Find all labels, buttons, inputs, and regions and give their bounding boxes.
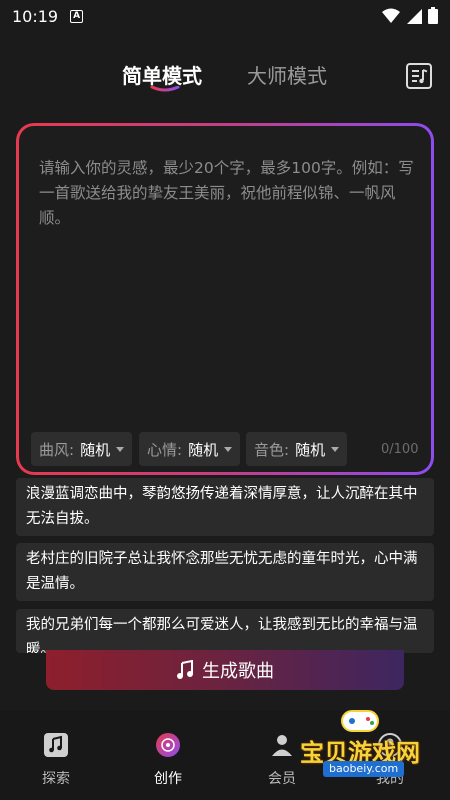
member-icon: [272, 735, 292, 756]
generate-song-button[interactable]: 生成歌曲: [46, 650, 404, 690]
status-bar: 10:19 A: [0, 0, 450, 32]
mood-select[interactable]: 心情: 随机: [139, 432, 241, 466]
suggestion-item[interactable]: 浪漫蓝调恋曲中，琴韵悠扬传递着深情厚意，让人沉醉在其中无法自拔。: [16, 478, 434, 536]
status-indicators: [382, 7, 438, 24]
nav-explore-label: 探索: [42, 771, 70, 787]
wifi-icon: [382, 8, 400, 23]
inspiration-input[interactable]: 请输入你的灵感，最少20个字，最多100字。例如：写一首歌送给我的挚友王美丽，祝…: [19, 126, 431, 472]
input-placeholder: 请输入你的灵感，最少20个字，最多100字。例如：写一首歌送给我的挚友王美丽，祝…: [39, 159, 414, 227]
char-counter: 0/100: [381, 442, 419, 457]
music-tile-icon: [44, 733, 68, 757]
mode-header: 简单模式 大师模式: [0, 54, 450, 104]
caret-down-icon: [331, 446, 340, 452]
voice-select-value: 随机: [295, 440, 326, 459]
style-select-label: 曲风:: [39, 440, 75, 459]
style-select[interactable]: 曲风: 随机: [31, 432, 133, 466]
voice-select[interactable]: 音色: 随机: [246, 432, 348, 466]
battery-icon: [428, 7, 438, 24]
music-note-icon: [177, 660, 193, 679]
tab-master-mode[interactable]: 大师模式: [247, 60, 327, 89]
watermark: 宝贝游戏网 baobeiy.com: [295, 705, 425, 785]
mood-select-label: 心情:: [147, 440, 183, 459]
nav-create-label: 创作: [154, 771, 182, 787]
music-list-icon[interactable]: [405, 62, 433, 90]
voice-select-label: 音色:: [254, 440, 290, 459]
watermark-url: baobeiy.com: [323, 761, 405, 777]
active-tab-indicator: [150, 86, 180, 92]
status-time: 10:19: [12, 6, 59, 26]
nav-explore[interactable]: 探索: [26, 732, 86, 788]
style-select-value: 随机: [80, 440, 111, 459]
notification-badge-icon: A: [70, 9, 84, 23]
mood-select-value: 随机: [188, 440, 219, 459]
generate-song-label: 生成歌曲: [202, 661, 274, 682]
tab-simple-mode[interactable]: 简单模式: [122, 60, 202, 89]
suggestion-item[interactable]: 我的兄弟们每一个都那么可爱迷人，让我感到无比的幸福与温暖。: [16, 609, 434, 653]
suggestion-item[interactable]: 老村庄的旧院子总让我怀念那些无忧无虑的童年时光，心中满是温情。: [16, 543, 434, 601]
nav-create[interactable]: 创作: [138, 732, 198, 788]
caret-down-icon: [116, 446, 125, 452]
signal-icon: [407, 8, 422, 24]
caret-down-icon: [224, 446, 233, 452]
inspiration-input-frame: 请输入你的灵感，最少20个字，最多100字。例如：写一首歌送给我的挚友王美丽，祝…: [16, 123, 434, 475]
disc-icon: [156, 733, 180, 757]
gamepad-logo-icon: [341, 710, 379, 732]
